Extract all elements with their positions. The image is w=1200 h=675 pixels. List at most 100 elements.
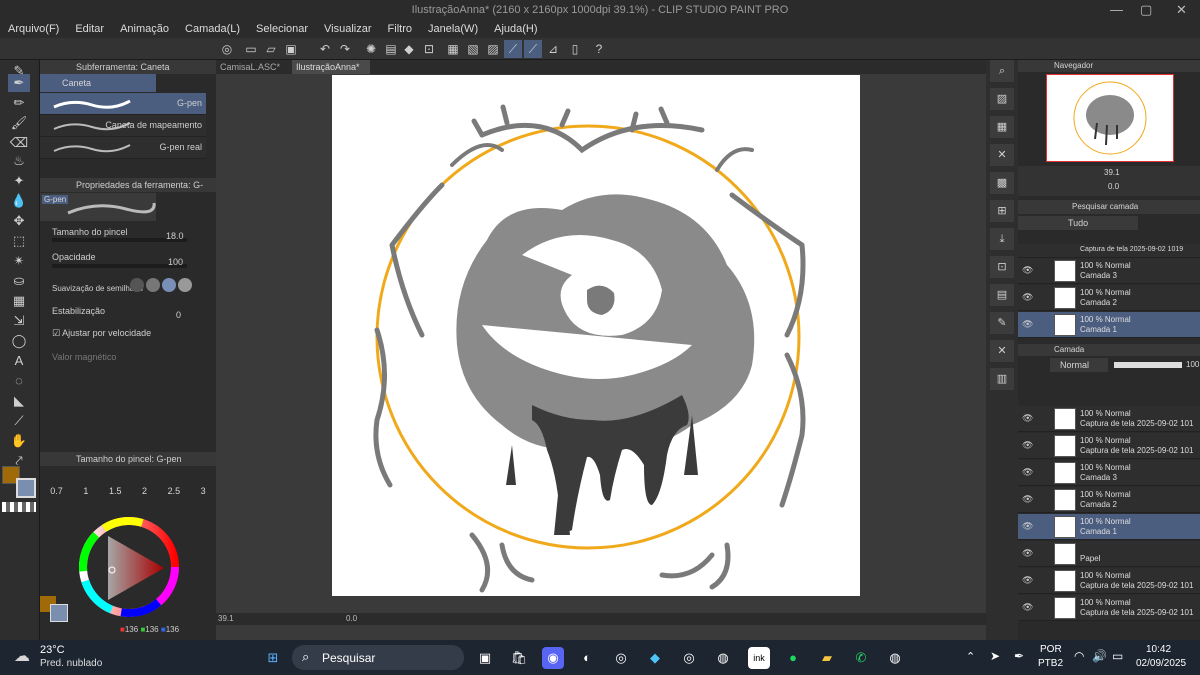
clock-date[interactable]: 02/09/2025 (1136, 658, 1186, 669)
eye-icon[interactable]: 👁 (1022, 292, 1033, 303)
brush-item-gpen[interactable]: G-pen (40, 93, 206, 115)
clear-icon[interactable]: ▤ (382, 40, 400, 58)
tray-pen-icon[interactable]: ✒ (1014, 649, 1024, 663)
layer-row[interactable]: 👁 100 % Normal Captura de tela 2025-09-02 … (1018, 568, 1200, 594)
clip-studio-taskbar-icon[interactable]: ◍ (712, 647, 734, 669)
texture-icon[interactable]: ▩ (990, 172, 1014, 194)
layer-row[interactable]: 👁 100 % Normal Camada 3 (1018, 460, 1200, 486)
close-icon[interactable]: ✕ (990, 144, 1014, 166)
open-file-icon[interactable]: ▱ (262, 40, 280, 58)
balloon-tool-icon[interactable]: ◌ (8, 372, 30, 390)
weather-icon[interactable]: ☁ (14, 646, 30, 666)
layer-row[interactable]: 👁 100 % Normal Camada 1 (1018, 514, 1200, 540)
chrome-icon[interactable]: ◎ (610, 647, 632, 669)
eye-icon[interactable]: 👁 (1022, 265, 1033, 276)
menu-visualizar[interactable]: Visualizar (316, 23, 380, 35)
loading-icon[interactable]: ✺ (362, 40, 380, 58)
image-icon[interactable]: ▤ (990, 284, 1014, 306)
brush-item-mapping[interactable]: Caneta de mapeamento (40, 115, 206, 137)
menu-animacao[interactable]: Animação (112, 23, 177, 35)
layer-row-top-partial[interactable]: Captura de tela 2025-09-02 1019 (1018, 244, 1200, 258)
search-icon[interactable]: ⌕ (990, 60, 1014, 82)
size-preset[interactable]: 1 (83, 486, 88, 496)
grid-panel-icon[interactable]: ⊞ (990, 200, 1014, 222)
canvas-paper[interactable] (332, 75, 860, 596)
undo-icon[interactable]: ↶ (316, 40, 334, 58)
eye-icon[interactable]: 👁 (1022, 575, 1033, 586)
task-view-icon[interactable]: ▣ (474, 647, 496, 669)
figure-tool-icon[interactable]: ◯ (8, 332, 30, 350)
whatsapp-icon[interactable]: ✆ (850, 647, 872, 669)
chrome-profile-icon[interactable]: ◎ (678, 647, 700, 669)
layer-row[interactable]: 👁 100 % Normal Captura de tela 2025-09-02 … (1018, 433, 1200, 459)
battery-icon[interactable]: ▭ (1112, 649, 1123, 663)
menu-selecionar[interactable]: Selecionar (248, 23, 316, 35)
navigator-preview[interactable] (1046, 74, 1174, 162)
menu-camada[interactable]: Camada(L) (177, 23, 248, 35)
tray-chevron-icon[interactable]: ⌃ (966, 650, 975, 663)
snap-ruler-icon[interactable]: ⟋ (504, 40, 522, 58)
clock-time[interactable]: 10:42 (1146, 644, 1171, 655)
eye-icon[interactable]: 👁 (1022, 602, 1033, 613)
size-preset[interactable]: 0.7 (50, 486, 63, 496)
auto-select-tool-icon[interactable]: ✴ (8, 252, 30, 270)
brush-item-real-gpen[interactable]: G-pen real (40, 137, 206, 159)
minimize-button[interactable]: — (1110, 2, 1123, 17)
navigator-zoom[interactable]: 39.1 (1104, 168, 1120, 177)
clip-studio-icon[interactable]: ◎ (218, 40, 236, 58)
save-icon[interactable]: ▣ (282, 40, 300, 58)
ink-icon[interactable]: ink (748, 647, 770, 669)
decoration-tool-icon[interactable]: ✦ (8, 172, 30, 190)
tab-ilustracao[interactable]: IlustraçãoAnna* (292, 60, 370, 74)
layer-row[interactable]: 👁 100 % Normal Captura de tela 2025-09-02 … (1018, 595, 1200, 621)
material-icon[interactable]: ▦ (990, 116, 1014, 138)
hand-tool-icon[interactable]: ✋ (8, 432, 30, 450)
stabilization-value[interactable]: 0 (176, 310, 181, 320)
clip-studio-active-icon[interactable]: ◍ (884, 647, 906, 669)
navigator-angle[interactable]: 0.0 (1108, 182, 1119, 191)
tray-send-icon[interactable]: ➤ (990, 649, 1000, 663)
edge-icon[interactable]: ◐ (576, 647, 598, 669)
sub-color-swatch[interactable] (16, 478, 36, 498)
eye-icon[interactable]: 👁 (1022, 494, 1033, 505)
palette-icon[interactable]: ▨ (990, 88, 1014, 110)
transparent-swatch[interactable] (2, 502, 36, 512)
help-icon[interactable]: ? (590, 40, 608, 58)
move-tool-icon[interactable]: ✥ (8, 212, 30, 230)
layer-opacity-slider[interactable] (1114, 362, 1182, 368)
lang-layout[interactable]: PTB2 (1038, 658, 1063, 669)
search-box[interactable]: ⌕ Pesquisar (292, 645, 464, 670)
layer-row-camada1-top[interactable]: 👁 100 % Normal Camada 1 (1018, 312, 1200, 338)
eye-icon[interactable]: 👁 (1022, 521, 1033, 532)
brush-tool-icon[interactable]: 🖌 (8, 114, 30, 132)
size-preset[interactable]: 2.5 (168, 486, 181, 496)
discord-icon[interactable]: ◉ (542, 647, 564, 669)
ruler-icon[interactable]: ▧ (464, 40, 482, 58)
wifi-icon[interactable]: ◠ (1074, 649, 1084, 663)
size-preset[interactable]: 1.5 (109, 486, 122, 496)
menu-janela[interactable]: Janela(W) (420, 23, 486, 35)
close-button[interactable]: ✕ (1176, 2, 1187, 18)
frame-tool-icon[interactable]: ◣ (8, 392, 30, 410)
layer-row[interactable]: 👁 100 % Normal Camada 2 (1018, 487, 1200, 513)
pen-tool-icon[interactable]: ✒ (8, 74, 30, 92)
selection-tool-icon[interactable]: ⬚ (8, 232, 30, 250)
airbrush-tool-icon[interactable]: ♨ (8, 152, 30, 170)
cross-icon[interactable]: ✕ (990, 340, 1014, 362)
start-icon[interactable]: ⊞ (262, 647, 284, 669)
menu-editar[interactable]: Editar (67, 23, 112, 35)
correct-line-tool-icon[interactable]: ⟋ (8, 412, 30, 430)
volume-icon[interactable]: 🔊 (1092, 649, 1107, 663)
app-icon[interactable]: ◆ (644, 647, 666, 669)
menu-arquivo[interactable]: Arquivo(F) (0, 23, 67, 35)
spotify-icon[interactable]: ● (782, 647, 804, 669)
transform-icon[interactable]: ⊡ (420, 40, 438, 58)
layer-opacity-value[interactable]: 100 (1186, 360, 1199, 369)
history-icon[interactable]: ⊡ (990, 256, 1014, 278)
eye-icon[interactable]: 👁 (1022, 467, 1033, 478)
layersearch-filter[interactable]: Tudo (1018, 216, 1138, 230)
layer-row[interactable]: 👁 100 % Normal Captura de tela 2025-09-02 … (1018, 406, 1200, 432)
eye-icon[interactable]: 👁 (1022, 413, 1033, 424)
angle-readout[interactable]: 0.0 (346, 614, 357, 623)
zoom-readout[interactable]: 39.1 (218, 614, 234, 623)
